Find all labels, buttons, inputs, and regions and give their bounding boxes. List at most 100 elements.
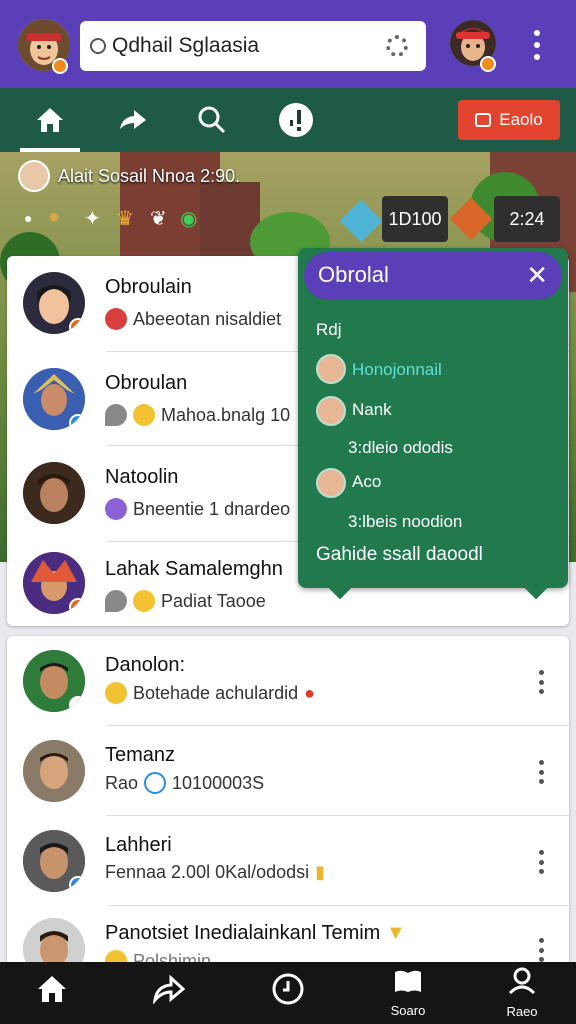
emoji-icon xyxy=(133,590,155,612)
contact-subtitle: Bneentie 1 dnardeo xyxy=(105,498,290,520)
bottom-nav-label: Raeo xyxy=(506,1004,538,1019)
last-message: Abeeotan nisaldiet xyxy=(133,308,282,329)
popup-entry-detail: 3:lbeis noodion xyxy=(348,512,463,531)
avatar xyxy=(23,830,85,892)
contact-name: Temanz xyxy=(105,744,176,766)
clock-icon xyxy=(144,772,167,794)
bottom-nav-share[interactable] xyxy=(128,962,208,1024)
contact-name: Danolon: xyxy=(105,654,186,676)
contact-name: Natoolin xyxy=(105,466,179,488)
popup-footer[interactable]: Gahide ssall daoodl xyxy=(316,544,483,566)
share-icon[interactable] xyxy=(112,100,152,140)
chat-popup: Obrolal ✕ Rdj Honojonnail Nank 3:dleio o… xyxy=(298,248,568,588)
leaf-icon[interactable]: ❦ xyxy=(150,206,167,231)
search-input[interactable]: Qdhail Sglaasia xyxy=(112,34,259,58)
more-vert-icon[interactable] xyxy=(539,670,545,694)
coin-icon[interactable]: ● xyxy=(48,206,60,229)
contact-name: Obroulan xyxy=(105,372,188,394)
banner-status-text: Alait Sosail Nnoa 2:90. xyxy=(58,166,241,186)
share-icon xyxy=(151,974,186,1011)
avatar xyxy=(23,740,85,802)
avatar[interactable] xyxy=(316,396,346,426)
search-bar[interactable]: Qdhail Sglaasia xyxy=(80,21,426,71)
dot-icon: ● xyxy=(24,210,33,226)
popup-entry-name[interactable]: Nank xyxy=(352,400,392,420)
last-message: Padiat Taooe xyxy=(161,590,266,611)
banner-avatar[interactable] xyxy=(18,160,50,192)
bottom-navigation: Soaro Raeo xyxy=(0,962,576,1024)
avatar xyxy=(23,650,85,712)
camera-button[interactable]: Eaolo xyxy=(458,100,560,140)
bottom-nav-clock[interactable] xyxy=(248,962,328,1024)
puzzle-icon[interactable]: ✦ xyxy=(84,206,101,231)
list-item[interactable]: Lahheri Fennaa 2.00l 0Kal/ododsi ▮ xyxy=(7,816,569,906)
gift-icon xyxy=(105,308,127,330)
chat-icon xyxy=(105,590,127,612)
contact-name: Panotsiet Inedialainkanl Temim ▼ xyxy=(105,922,406,945)
trophy-icon: ▮ xyxy=(315,862,326,882)
gear-icon[interactable] xyxy=(386,35,408,57)
contact-subtitle: Mahoa.bnalg 10 xyxy=(105,404,290,426)
search-icon xyxy=(90,38,106,54)
list-item[interactable]: Danolon: Botehade achulardid ● xyxy=(7,636,569,726)
hud-counter-left: 1D100 xyxy=(382,196,448,242)
hud-counter-right: 2:24 xyxy=(494,196,560,242)
profile-icon xyxy=(507,967,537,1002)
conversation-list-bottom: Danolon: Botehade achulardid ● Temanz Ra… xyxy=(7,636,569,966)
last-message: Fennaa 2.00l 0Kal/ododsi xyxy=(105,862,310,882)
contact-name: Obroulain xyxy=(105,276,192,298)
app-header: Qdhail Sglaasia xyxy=(0,0,576,88)
last-message: 10100003S xyxy=(172,772,265,793)
camera-button-label: Eaolo xyxy=(499,110,543,129)
avatar[interactable] xyxy=(316,354,346,384)
more-vert-icon[interactable] xyxy=(539,938,545,962)
home-icon xyxy=(36,974,68,1011)
avatar xyxy=(23,552,85,614)
last-message: Botehade achulardid xyxy=(133,682,299,703)
avatar xyxy=(23,368,85,430)
more-vert-icon[interactable] xyxy=(539,850,545,874)
more-vert-icon[interactable] xyxy=(539,760,545,784)
user-status-badge xyxy=(52,58,68,74)
game-icon xyxy=(105,498,127,520)
contact-subtitle: Padiat Taooe xyxy=(105,590,266,612)
trophy-icon: ▼ xyxy=(385,922,406,944)
list-item[interactable]: Panotsiet Inedialainkanl Temim ▼ Polshim… xyxy=(7,906,569,966)
contact-subtitle: Botehade achulardid ● xyxy=(105,682,315,704)
message-prefix: Rao xyxy=(105,772,139,793)
camera-icon xyxy=(475,113,492,127)
last-message: Bneentie 1 dnardeo xyxy=(133,498,291,519)
bottom-nav-store[interactable]: Soaro xyxy=(368,962,448,1024)
popup-entry-name[interactable]: Honojonnail xyxy=(352,360,442,380)
target-icon[interactable]: ◉ xyxy=(180,206,197,231)
emoji-icon xyxy=(133,404,155,426)
avatar xyxy=(23,918,85,966)
last-message: Mahoa.bnalg 10 xyxy=(161,404,291,425)
avatar[interactable] xyxy=(316,468,346,498)
crown-icon[interactable]: ♛ xyxy=(116,206,134,231)
contact-name: Lahheri xyxy=(105,834,172,856)
close-icon[interactable]: ✕ xyxy=(526,260,548,291)
emoji-icon xyxy=(105,682,127,704)
contact-name: Lahak Samalemghn xyxy=(105,558,283,580)
book-icon xyxy=(393,968,423,1001)
avatar xyxy=(23,272,85,334)
list-item[interactable]: Temanz Rao 10100003S xyxy=(7,726,569,816)
avatar xyxy=(23,462,85,524)
contact-subtitle: Abeeotan nisaldiet xyxy=(105,308,281,330)
popup-title: Obrolal xyxy=(318,262,389,287)
home-icon[interactable] xyxy=(30,100,70,140)
alert-icon[interactable] xyxy=(276,100,316,140)
chat-icon xyxy=(105,404,127,426)
friend-status-badge xyxy=(480,56,496,72)
popup-entry-detail: 3:dleio ododis xyxy=(348,438,453,457)
contact-subtitle: Rao 10100003S xyxy=(105,772,264,794)
bottom-nav-profile[interactable]: Raeo xyxy=(482,962,562,1024)
popup-entry-name[interactable]: Aco xyxy=(352,472,381,492)
pin-icon: ● xyxy=(304,682,316,703)
contact-subtitle: Fennaa 2.00l 0Kal/ododsi ▮ xyxy=(105,862,325,883)
search-icon[interactable] xyxy=(192,100,232,140)
bottom-nav-home[interactable] xyxy=(12,962,92,1024)
more-vert-icon[interactable] xyxy=(530,30,544,60)
clock-icon xyxy=(271,972,305,1013)
